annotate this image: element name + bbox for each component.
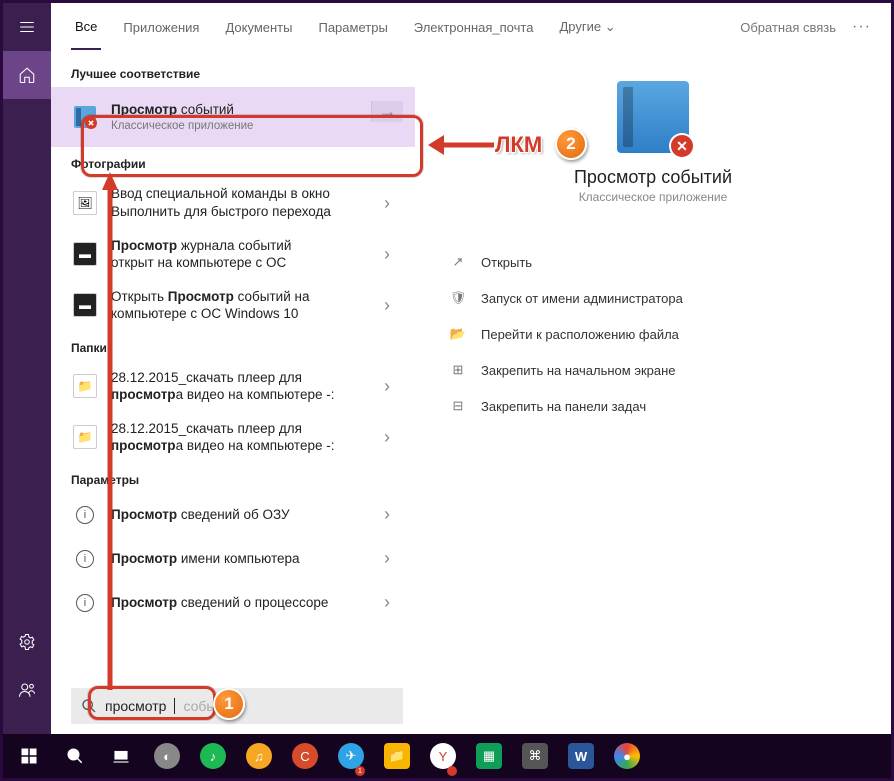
feedback-link[interactable]: Обратная связь [740,20,836,35]
tab-settings[interactable]: Параметры [314,6,391,49]
taskbar-app[interactable]: ♫ [237,734,281,778]
taskbar-app[interactable]: ✈1 [329,734,373,778]
best-match-result[interactable]: Просмотр событий Классическое приложение… [51,87,415,147]
section-best-match: Лучшее соответствие [51,57,415,87]
admin-icon: 🛡 [449,290,467,306]
chevron-right-icon[interactable]: › [371,504,403,525]
result-item[interactable]: 📁 28.12.2015_скачать плеер дляпросмотра … [51,361,415,412]
pin-start-icon: ⊞ [449,362,467,378]
hamburger-button[interactable] [3,3,51,51]
tabs-bar: Все Приложения Документы Параметры Элект… [51,3,891,51]
settings-gear-button[interactable] [3,618,51,666]
tab-email[interactable]: Электронная_почта [410,6,538,49]
search-icon [81,698,97,714]
info-icon: i [76,506,94,524]
photo-icon: 🖼 [73,191,97,215]
home-button[interactable] [3,51,51,99]
expand-arrow-icon[interactable]: → [371,101,403,122]
taskbar-app[interactable]: 📁 [375,734,419,778]
account-button[interactable] [3,666,51,714]
photo-icon: ▬ [73,242,97,266]
info-icon: i [76,550,94,568]
taskbar-app[interactable]: ⌘ [513,734,557,778]
action-run-admin[interactable]: 🛡Запуск от имени администратора [443,280,863,316]
info-icon: i [76,594,94,612]
result-item[interactable]: 🖼 Ввод специальной команды в окноВыполни… [51,177,415,228]
tab-docs[interactable]: Документы [221,6,296,49]
search-suggestion: событий [183,698,238,714]
more-button[interactable]: ··· [852,18,871,36]
folder-icon: 📁 [73,374,97,398]
taskbar: ◐ ♪ ♫ C ✈1 📁 Y ▦ ⌘ W ● [3,734,891,778]
event-viewer-large-icon: ✕ [617,81,689,153]
chevron-right-icon[interactable]: › [371,427,403,448]
tab-all[interactable]: Все [71,5,101,50]
error-badge-icon: ✕ [669,133,695,159]
search-panel: Все Приложения Документы Параметры Элект… [51,3,891,734]
result-item[interactable]: ▬ Просмотр журнала событийоткрыт на комп… [51,229,415,280]
result-item[interactable]: i Просмотр сведений об ОЗУ › [51,493,415,537]
chevron-right-icon[interactable]: › [371,548,403,569]
result-item[interactable]: i Просмотр сведений о процессоре › [51,581,415,625]
folder-icon: 📁 [73,425,97,449]
taskbar-app[interactable]: C [283,734,327,778]
preview-pane: ✕ Просмотр событий Классическое приложен… [415,51,891,734]
preview-title: Просмотр событий [574,167,732,188]
event-viewer-icon [71,103,99,131]
photo-icon: ▬ [73,293,97,317]
action-pin-start[interactable]: ⊞Закрепить на начальном экране [443,352,863,388]
chevron-right-icon[interactable]: › [371,244,403,265]
pin-taskbar-icon: ⊟ [449,398,467,414]
search-query-text: просмотр [105,698,166,714]
preview-subtitle: Классическое приложение [579,190,728,204]
text-caret [174,698,175,714]
tab-more[interactable]: Другие ⌄ [555,5,619,49]
chevron-down-icon: ⌄ [605,19,616,34]
taskbar-app[interactable]: ● [605,734,649,778]
search-button[interactable] [53,734,97,778]
result-item[interactable]: i Просмотр имени компьютера › [51,537,415,581]
task-view-button[interactable] [99,734,143,778]
action-pin-taskbar[interactable]: ⊟Закрепить на панели задач [443,388,863,424]
action-open-location[interactable]: 📂Перейти к расположению файла [443,316,863,352]
chevron-right-icon[interactable]: › [371,592,403,613]
section-settings: Параметры [51,463,415,493]
taskbar-app[interactable]: Y [421,734,465,778]
open-icon: ↗ [449,254,467,270]
folder-location-icon: 📂 [449,326,467,342]
chevron-right-icon[interactable]: › [371,193,403,214]
section-photos: Фотографии [51,147,415,177]
taskbar-app[interactable]: ◐ [145,734,189,778]
cortana-rail [3,3,51,734]
search-input[interactable]: просмотр событий [71,688,403,724]
taskbar-app[interactable]: W [559,734,603,778]
results-column: Лучшее соответствие Просмотр событий Кла… [51,51,415,734]
chevron-right-icon[interactable]: › [371,376,403,397]
start-button[interactable] [7,734,51,778]
actions-list: ↗Открыть 🛡Запуск от имени администратора… [435,244,871,424]
taskbar-app[interactable]: ▦ [467,734,511,778]
chevron-right-icon[interactable]: › [371,295,403,316]
section-folders: Папки [51,331,415,361]
content-area: Лучшее соответствие Просмотр событий Кла… [51,51,891,734]
tab-apps[interactable]: Приложения [119,6,203,49]
action-open[interactable]: ↗Открыть [443,244,863,280]
result-item[interactable]: 📁 28.12.2015_скачать плеер дляпросмотра … [51,412,415,463]
result-item[interactable]: ▬ Открыть Просмотр событий накомпьютере … [51,280,415,331]
taskbar-app[interactable]: ♪ [191,734,235,778]
